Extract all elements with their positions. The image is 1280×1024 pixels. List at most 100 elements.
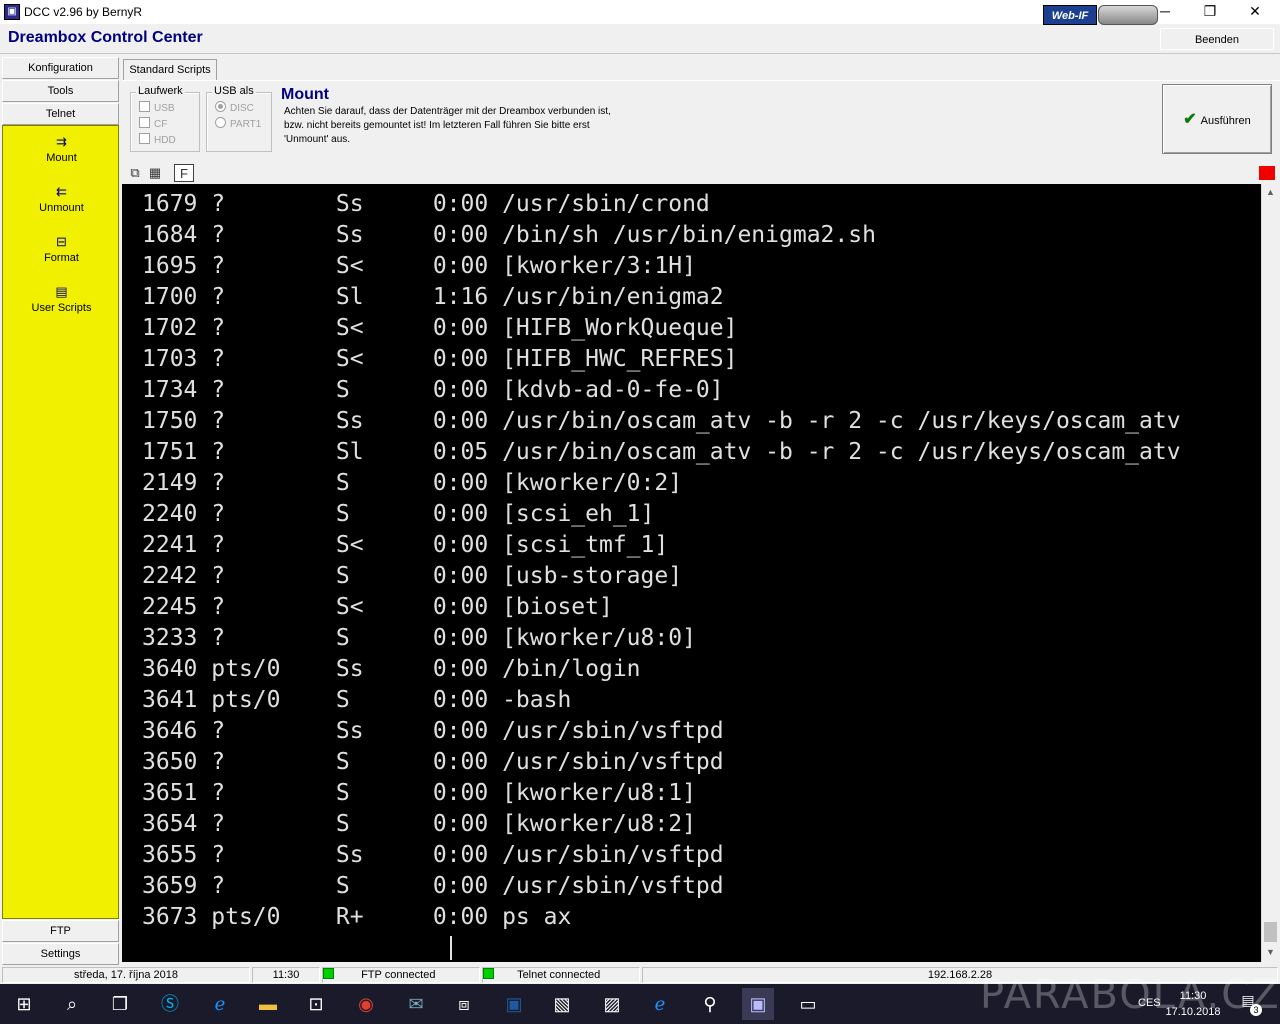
- browser-icon[interactable]: ℯ: [644, 988, 676, 1020]
- windows-start-icon[interactable]: ⊞: [8, 988, 40, 1020]
- sidebar-button-telnet[interactable]: Telnet: [2, 103, 119, 125]
- terminal-tty: ?: [211, 563, 336, 589]
- store-icon[interactable]: ⊡: [300, 988, 332, 1020]
- laufwerk-label: Laufwerk: [136, 85, 185, 97]
- terminal-tty: ?: [211, 253, 336, 279]
- terminal-time: 0:00: [432, 346, 503, 372]
- terminal-line: 1702 ? S< 0:00 [HIFB_WorkQueque]: [142, 313, 1181, 344]
- terminal-time: 0:00: [432, 904, 503, 930]
- sidebar-item-mount[interactable]: ⇉ Mount: [3, 134, 120, 164]
- terminal-tty: ?: [211, 532, 336, 558]
- scroll-thumb[interactable]: [1264, 922, 1277, 942]
- terminal-stat: S<: [335, 315, 433, 341]
- terminal-tty: ?: [211, 191, 336, 217]
- skype-icon[interactable]: Ⓢ: [154, 988, 186, 1020]
- terminal-pid: 3650: [142, 749, 212, 775]
- terminal-scrollbar[interactable]: ▲ ▼: [1261, 184, 1278, 962]
- terminal-tty: ?: [211, 625, 336, 651]
- terminal-stat: Sl: [335, 439, 433, 465]
- chrome-icon[interactable]: ◉: [350, 988, 382, 1020]
- terminal-time: 0:00: [432, 656, 503, 682]
- sidebar-item-user-scripts[interactable]: ▤ User Scripts: [3, 284, 120, 314]
- terminal-time: 0:00: [432, 780, 503, 806]
- terminal-pid: 3641: [142, 687, 212, 713]
- checkbox-cf[interactable]: CF: [139, 117, 167, 133]
- terminal-stat: S: [335, 780, 433, 806]
- terminal-line: 3655 ? Ss 0:00 /usr/sbin/vsftpd: [142, 840, 1181, 871]
- radio-part1[interactable]: PART1: [215, 117, 261, 133]
- terminal-time: 0:00: [432, 563, 503, 589]
- maximize-button[interactable]: ❐: [1187, 0, 1233, 24]
- terminal-cmd: /bin/login: [502, 656, 641, 682]
- image-viewer-icon[interactable]: ▧: [546, 988, 578, 1020]
- sidebar-button-konfiguration[interactable]: Konfiguration: [2, 57, 119, 79]
- sidebar-item-format[interactable]: ⊟ Format: [3, 234, 120, 264]
- terminal-tty: ?: [211, 284, 336, 310]
- sidebar-panel: ⇉ Mount ⇇ Unmount ⊟ Format ▤ User Script…: [2, 125, 119, 919]
- terminal-cmd: /usr/bin/enigma2: [502, 284, 724, 310]
- sidebar-item-label: Unmount: [39, 202, 84, 214]
- terminal-output[interactable]: 1679 ? Ss 0:00 /usr/sbin/crond 1684 ? Ss …: [122, 184, 1261, 962]
- terminal-stat: Ss: [335, 842, 433, 868]
- sidebar-button-tools[interactable]: Tools: [2, 80, 119, 102]
- terminal-tty: ?: [211, 718, 336, 744]
- text-cursor: [450, 936, 452, 960]
- terminal-cmd: [bioset]: [502, 594, 613, 620]
- terminal-pid: 1702: [142, 315, 212, 341]
- language-indicator[interactable]: CES: [1138, 997, 1161, 1009]
- task-view-icon[interactable]: ❐: [104, 988, 136, 1020]
- format-icon: ⊟: [56, 234, 67, 249]
- close-button[interactable]: ✕: [1232, 0, 1278, 24]
- dcc-app-icon[interactable]: ▣: [742, 988, 774, 1020]
- ftp-status-led: [323, 968, 334, 979]
- terminal-time: 0:00: [432, 408, 503, 434]
- save-app-icon[interactable]: ▣: [498, 988, 530, 1020]
- remote-control-icon[interactable]: [1098, 5, 1158, 25]
- scroll-down-icon[interactable]: ▼: [1262, 944, 1279, 961]
- terminal-time: 0:00: [432, 625, 503, 651]
- terminal-stat: S: [335, 563, 433, 589]
- terminal-pid: 1684: [142, 222, 212, 248]
- system-clock[interactable]: 11:30 17.10.2018: [1160, 988, 1226, 1020]
- search-icon[interactable]: ⌕: [56, 988, 88, 1020]
- file-explorer-icon[interactable]: ▬: [252, 988, 284, 1020]
- beenden-button[interactable]: Beenden: [1160, 28, 1274, 50]
- terminal-stat: S: [335, 687, 433, 713]
- sidebar-item-label: Mount: [46, 152, 77, 164]
- terminal-cmd: /usr/sbin/vsftpd: [502, 842, 724, 868]
- terminal-tty: ?: [211, 594, 336, 620]
- font-icon[interactable]: F: [174, 164, 194, 182]
- terminal-stat: S<: [335, 346, 433, 372]
- checkbox-hdd[interactable]: HDD: [139, 133, 176, 149]
- terminal-line: 1703 ? S< 0:00 [HIFB_HWC_REFRES]: [142, 344, 1181, 375]
- sidebar-item-label: User Scripts: [31, 302, 92, 314]
- terminal-cmd: [HIFB_WorkQueque]: [502, 315, 738, 341]
- terminal-stat: S: [335, 625, 433, 651]
- terminal-stat: S<: [335, 253, 433, 279]
- terminal-cmd: /usr/sbin/vsftpd: [502, 718, 724, 744]
- edge-icon[interactable]: ℯ: [204, 988, 236, 1020]
- email-icon[interactable]: ✉: [400, 988, 432, 1020]
- radio-disc[interactable]: DISC: [215, 101, 254, 117]
- terminal-line: 1750 ? Ss 0:00 /usr/bin/oscam_atv -b -r …: [142, 406, 1181, 437]
- window-app-icon[interactable]: ▭: [792, 988, 824, 1020]
- sidebar-button-ftp[interactable]: FTP: [2, 920, 119, 942]
- scroll-up-icon[interactable]: ▲: [1262, 184, 1279, 201]
- sidebar-button-settings[interactable]: Settings: [2, 943, 119, 965]
- sidebar-item-unmount[interactable]: ⇇ Unmount: [3, 184, 120, 214]
- terminal-time: 0:00: [432, 315, 503, 341]
- terminal-tty: ?: [211, 749, 336, 775]
- terminal-cmd: /usr/sbin/crond: [502, 191, 710, 217]
- terminal-tty: ?: [211, 222, 336, 248]
- tab-standard-scripts[interactable]: Standard Scripts: [123, 59, 217, 81]
- webif-button[interactable]: Web-IF: [1043, 5, 1097, 25]
- paint-icon[interactable]: ▨: [596, 988, 628, 1020]
- checkbox-usb[interactable]: USB: [139, 101, 175, 117]
- copy-icon[interactable]: ⧉: [126, 164, 144, 182]
- paste-icon[interactable]: ▦: [146, 164, 164, 182]
- terminal-cmd: /usr/sbin/vsftpd: [502, 873, 724, 899]
- terminal-line: 3641 pts/0 S 0:00 -bash: [142, 685, 1181, 716]
- network-app-icon[interactable]: ⧈: [448, 988, 480, 1020]
- satellite-icon[interactable]: ⚲: [694, 988, 726, 1020]
- ausfuehren-button[interactable]: ✔ Ausführen: [1162, 84, 1272, 154]
